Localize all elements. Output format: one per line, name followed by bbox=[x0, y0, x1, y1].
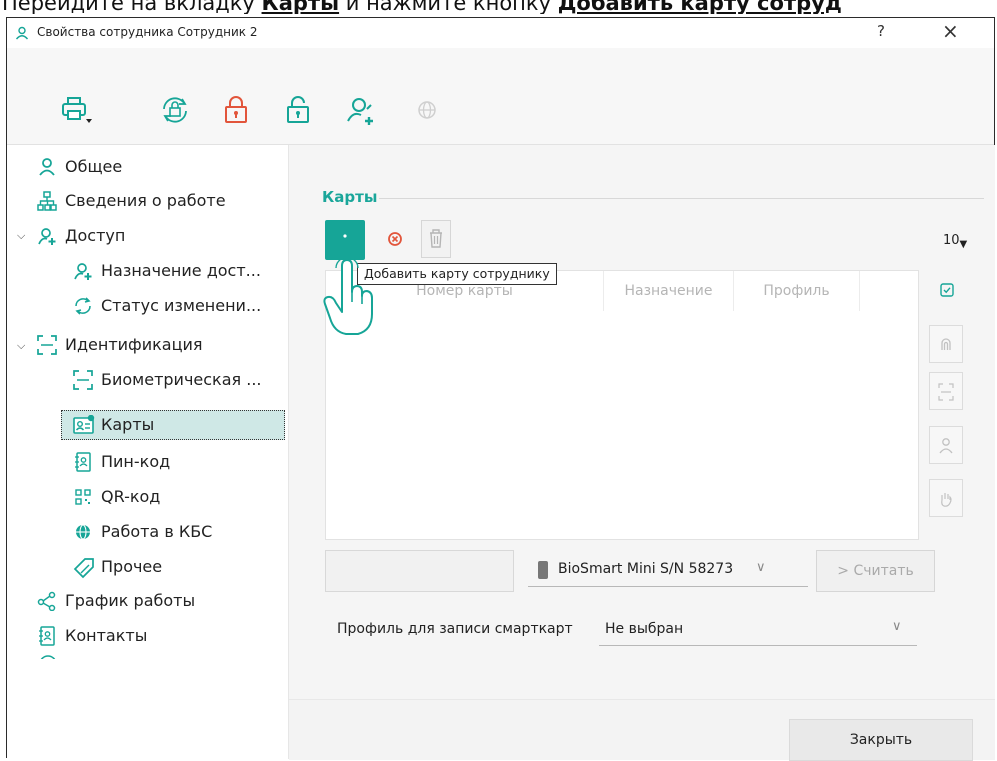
add-card-button[interactable] bbox=[325, 220, 365, 260]
employee-properties-window: Свойства сотрудника Сотрудник 2 ? × Обще… bbox=[6, 17, 995, 761]
id-card-icon bbox=[73, 414, 95, 435]
org-chart-icon bbox=[37, 191, 57, 211]
close-button[interactable]: Закрыть bbox=[789, 719, 973, 761]
main-panel: Карты 10▼ Номер карты Назначение Профиль bbox=[289, 145, 995, 761]
rotate-lock-icon[interactable] bbox=[159, 95, 189, 125]
share-icon bbox=[37, 591, 57, 612]
fingerprint-button[interactable] bbox=[929, 325, 963, 363]
chevron-down-icon: ∨ bbox=[892, 619, 902, 634]
palm-scan-button[interactable] bbox=[929, 479, 963, 517]
tag-icon bbox=[73, 557, 94, 579]
sidebar-nav: Общее Сведения о работе ⌵ Доступ Назначе… bbox=[7, 145, 289, 759]
user-icon bbox=[37, 157, 57, 177]
contact-book-icon bbox=[73, 452, 93, 472]
chevron-down-icon: ∨ bbox=[756, 560, 766, 575]
add-user-icon bbox=[37, 226, 57, 246]
qr-code-icon bbox=[73, 487, 93, 507]
column-purpose[interactable]: Назначение bbox=[604, 271, 734, 311]
photo-user-button[interactable] bbox=[929, 426, 963, 464]
add-card-tooltip: Добавить карту сотруднику bbox=[357, 263, 557, 285]
smartcard-profile-select[interactable]: Не выбран ∨ bbox=[599, 613, 917, 646]
hand-pointer-icon bbox=[322, 255, 378, 338]
lock-red-icon[interactable] bbox=[221, 95, 251, 125]
chevron-down-icon[interactable]: ⌵ bbox=[17, 339, 25, 353]
cards-group-title: Карты bbox=[322, 188, 378, 206]
globe-icon bbox=[417, 95, 447, 125]
checkbox-icon[interactable] bbox=[940, 282, 954, 297]
user-icon bbox=[15, 25, 29, 44]
smartcard-profile-label: Профиль для записи смарткарт bbox=[337, 621, 573, 637]
globe-icon bbox=[73, 522, 93, 542]
chevron-down-icon[interactable]: ⌵ bbox=[17, 229, 25, 243]
triangle-down-icon: ▼ bbox=[959, 239, 968, 250]
scan-frame-icon bbox=[37, 335, 57, 355]
device-select[interactable]: BioSmart Mini S/N 58273 ∨ bbox=[528, 556, 808, 587]
document-caption: Перейдите на вкладку Карты и нажмите кно… bbox=[2, 0, 842, 14]
printer-icon[interactable] bbox=[59, 95, 92, 125]
remove-card-button[interactable] bbox=[385, 229, 405, 249]
group-divider bbox=[379, 198, 984, 199]
partial-item-icon bbox=[37, 653, 59, 659]
contact-book-icon bbox=[37, 626, 57, 646]
window-title: Свойства сотрудника Сотрудник 2 bbox=[37, 25, 258, 39]
unlock-icon[interactable] bbox=[283, 95, 313, 125]
scan-frame-icon bbox=[73, 370, 93, 390]
add-user-icon[interactable] bbox=[345, 95, 375, 125]
card-number-input[interactable] bbox=[325, 550, 514, 592]
device-icon bbox=[538, 561, 548, 579]
cards-table: Номер карты Назначение Профиль bbox=[325, 270, 919, 540]
page-size-selector[interactable]: 10▼ bbox=[943, 233, 968, 250]
toolbar bbox=[7, 48, 994, 145]
face-scan-button[interactable] bbox=[929, 372, 963, 410]
close-window-button[interactable]: × bbox=[942, 19, 959, 43]
help-button[interactable]: ? bbox=[877, 22, 885, 40]
sync-icon bbox=[73, 296, 93, 316]
add-user-icon bbox=[73, 261, 93, 281]
read-card-button[interactable]: > Считать bbox=[816, 550, 935, 592]
delete-button[interactable] bbox=[421, 220, 451, 258]
title-bar: Свойства сотрудника Сотрудник 2 ? × bbox=[7, 18, 994, 48]
column-profile[interactable]: Профиль bbox=[734, 271, 860, 311]
